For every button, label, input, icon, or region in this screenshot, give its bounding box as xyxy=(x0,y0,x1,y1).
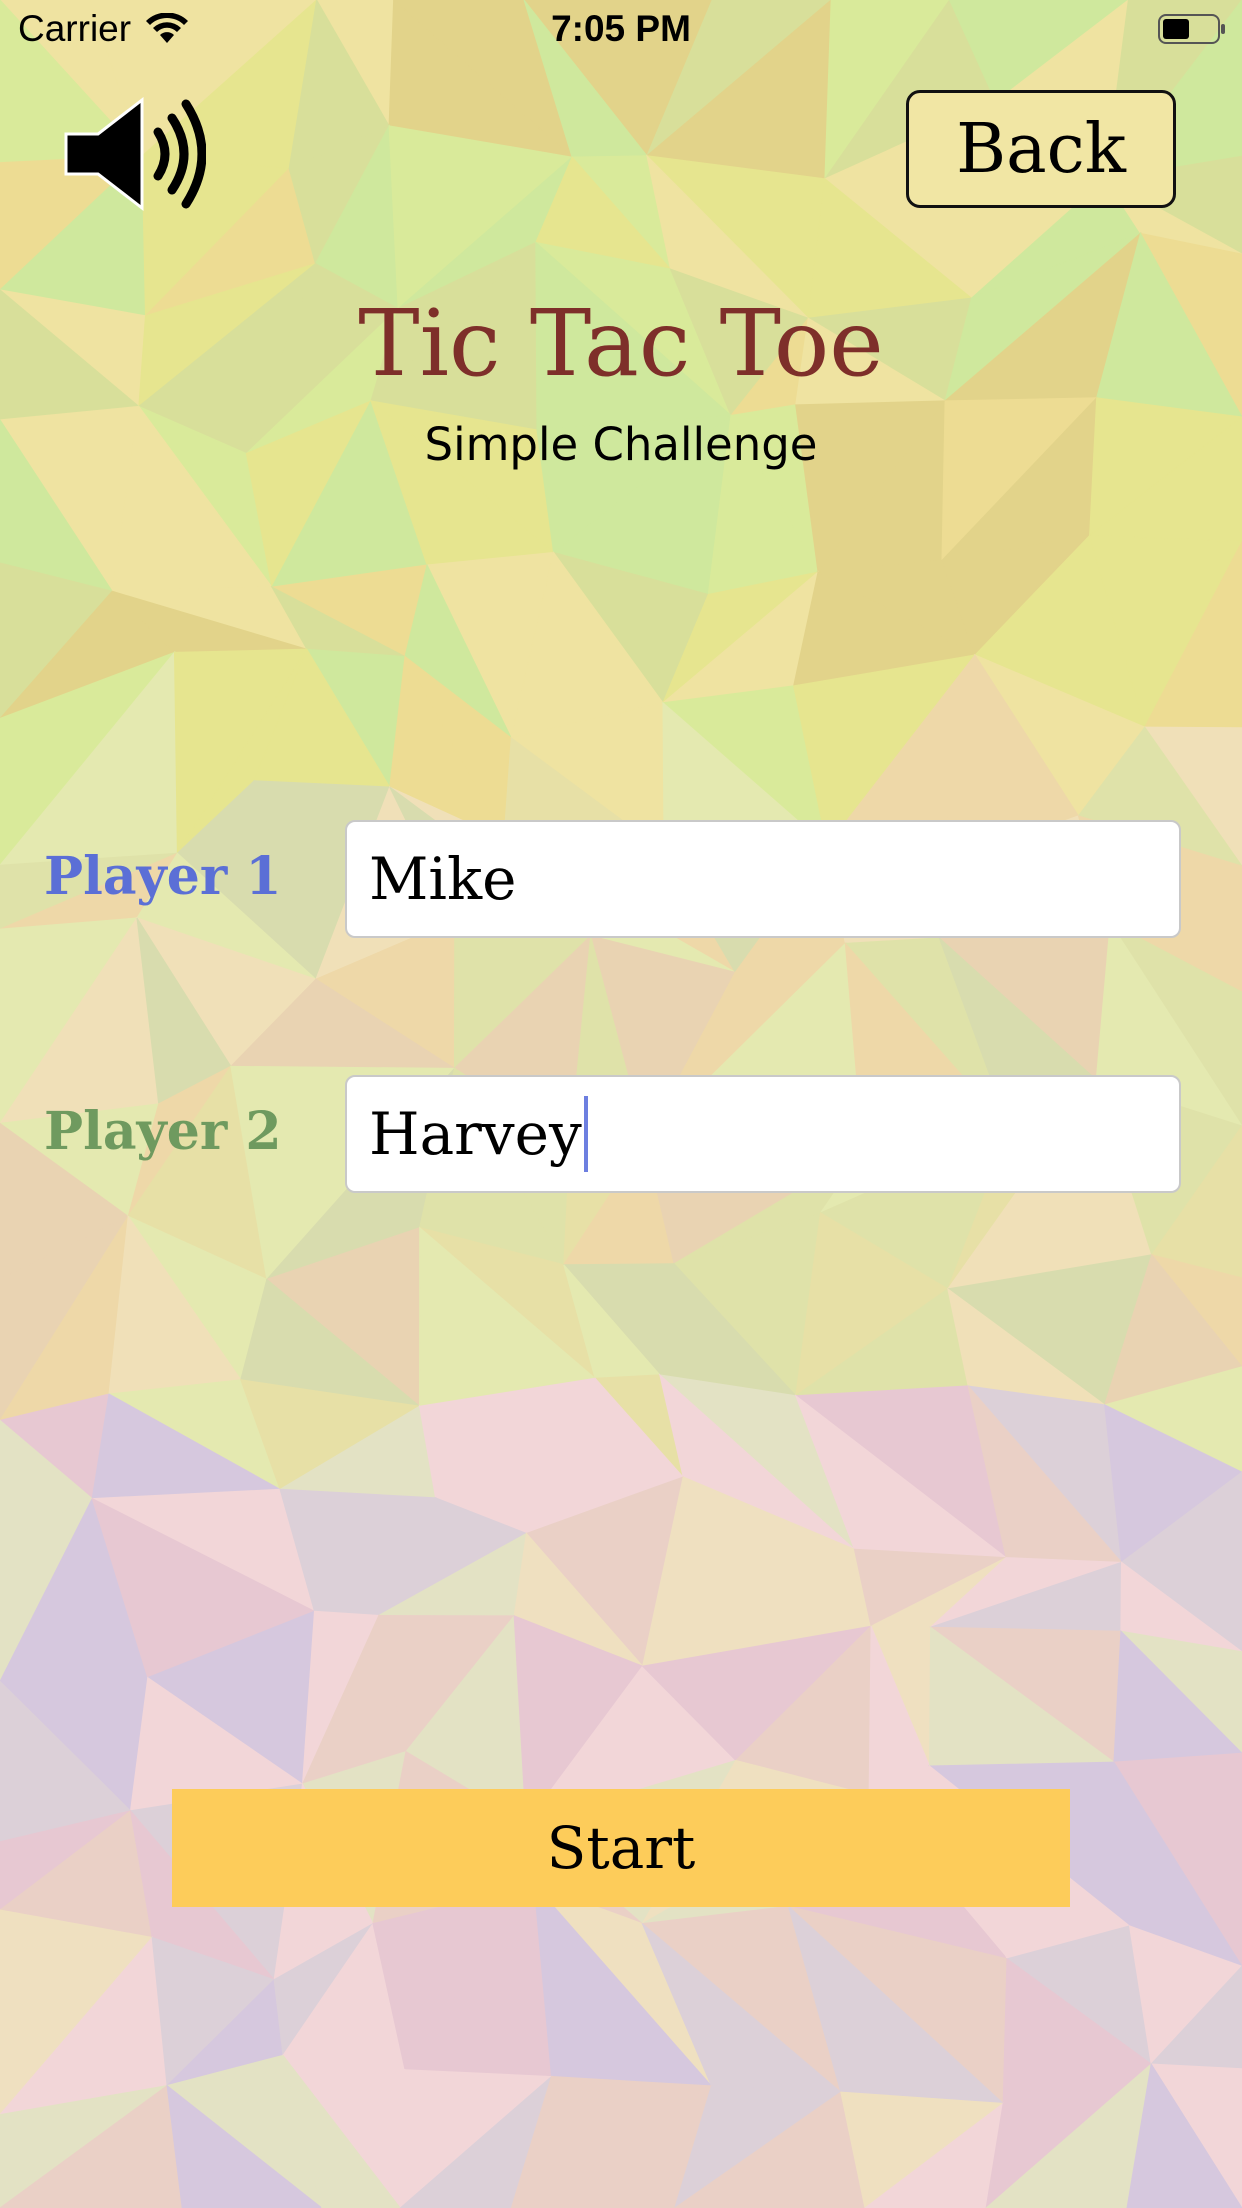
player-2-name-value: Harvey xyxy=(369,1100,582,1168)
player-1-name-value: Mike xyxy=(369,845,517,913)
player-1-label: Player 1 xyxy=(44,846,282,907)
start-button[interactable]: Start xyxy=(172,1789,1070,1907)
player-1-name-field[interactable]: Mike xyxy=(345,820,1181,938)
status-time: 7:05 PM xyxy=(551,8,691,49)
text-cursor xyxy=(583,1096,588,1172)
game-title: Tic Tac Toe xyxy=(358,290,884,397)
game-subtitle: Simple Challenge xyxy=(424,418,818,471)
player-2-label: Player 2 xyxy=(44,1101,282,1162)
back-button[interactable]: Back xyxy=(906,90,1176,208)
player-2-name-field[interactable]: Harvey xyxy=(345,1075,1181,1193)
battery-icon xyxy=(1158,14,1225,44)
speaker-volume-icon[interactable] xyxy=(62,96,206,212)
